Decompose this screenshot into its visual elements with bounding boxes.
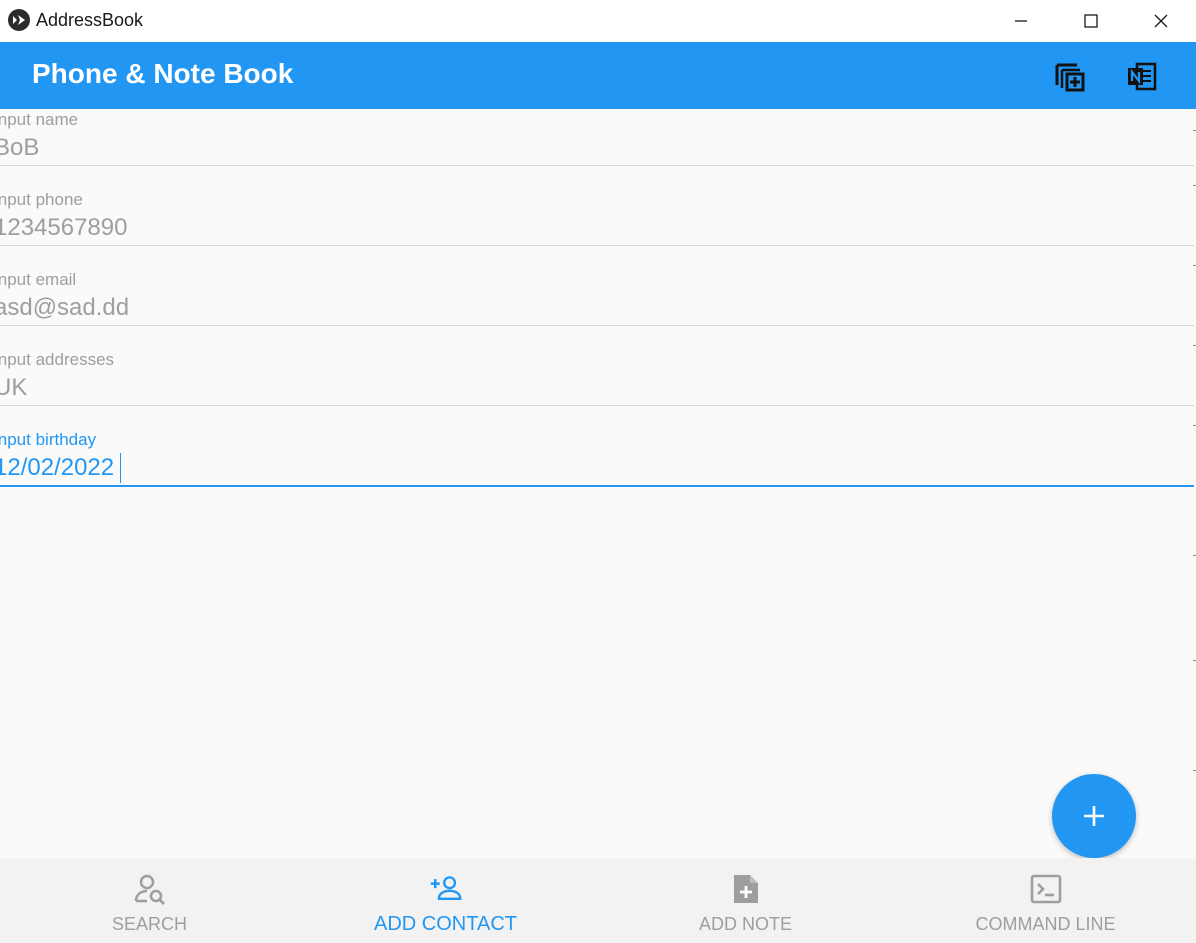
name-label: input name xyxy=(0,110,79,129)
field-underline xyxy=(0,405,1194,406)
name-input[interactable]: BoB xyxy=(0,134,1184,162)
email-label: input email xyxy=(0,270,77,289)
phone-label: input phone xyxy=(0,190,83,209)
addresses-field[interactable]: input addresses UK xyxy=(0,350,1194,430)
terminal-icon xyxy=(1029,872,1063,906)
field-underline xyxy=(0,245,1194,246)
email-field[interactable]: input email asd@sad.dd xyxy=(0,270,1194,350)
addresses-label: input addresses xyxy=(0,350,115,369)
nav-item-search[interactable]: SEARCH xyxy=(0,858,299,943)
nav-item-command-line[interactable]: COMMAND LINE xyxy=(896,858,1195,943)
phone-field[interactable]: input phone 1234567890 xyxy=(0,190,1194,270)
copy-add-icon xyxy=(1055,63,1085,92)
maximize-button[interactable] xyxy=(1056,0,1126,42)
nav-label-add-note: ADD NOTE xyxy=(698,914,792,934)
onenote-icon xyxy=(1128,62,1157,91)
window-titlebar: AddressBook xyxy=(0,0,1196,42)
birthday-field[interactable]: input birthday 12/02/2022 xyxy=(0,430,1194,510)
phone-input[interactable]: 1234567890 xyxy=(0,214,1184,242)
person-add-icon xyxy=(429,872,463,906)
close-icon xyxy=(1154,14,1168,28)
addresses-input[interactable]: UK xyxy=(0,374,1184,402)
nav-label-command-line: COMMAND LINE xyxy=(975,914,1116,934)
kivy-logo-icon xyxy=(8,9,30,31)
page-title: Phone & Note Book xyxy=(32,58,294,89)
field-underline xyxy=(0,165,1194,166)
nav-item-add-note[interactable]: ADD NOTE xyxy=(596,858,895,943)
plus-icon xyxy=(1084,806,1104,826)
text-cursor xyxy=(120,453,121,483)
maximize-icon xyxy=(1084,14,1098,28)
field-underline-focused xyxy=(0,485,1194,487)
note-add-icon xyxy=(729,872,763,906)
name-field[interactable]: input name BoB xyxy=(0,110,1194,190)
bottom-navigation: SEARCH ADD CONTACT ADD NOTE COMMAND LINE xyxy=(0,858,1196,943)
person-search-icon xyxy=(133,872,167,906)
birthday-input[interactable]: 12/02/2022 xyxy=(0,454,1184,482)
copy-add-button[interactable] xyxy=(1050,56,1090,96)
minimize-button[interactable] xyxy=(986,0,1056,42)
nav-label-search: SEARCH xyxy=(111,914,187,934)
field-underline xyxy=(0,325,1194,326)
email-input[interactable]: asd@sad.dd xyxy=(0,294,1184,322)
window-title: AddressBook xyxy=(36,10,144,30)
minimize-icon xyxy=(1015,20,1027,22)
app-bar: Phone & Note Book xyxy=(0,42,1196,109)
onenote-button[interactable] xyxy=(1122,56,1162,96)
add-button[interactable] xyxy=(1052,774,1136,858)
birthday-label: input birthday xyxy=(0,430,97,449)
close-button[interactable] xyxy=(1126,0,1196,42)
nav-label-add-contact: ADD CONTACT xyxy=(374,913,517,935)
nav-item-add-contact[interactable]: ADD CONTACT xyxy=(296,858,595,943)
